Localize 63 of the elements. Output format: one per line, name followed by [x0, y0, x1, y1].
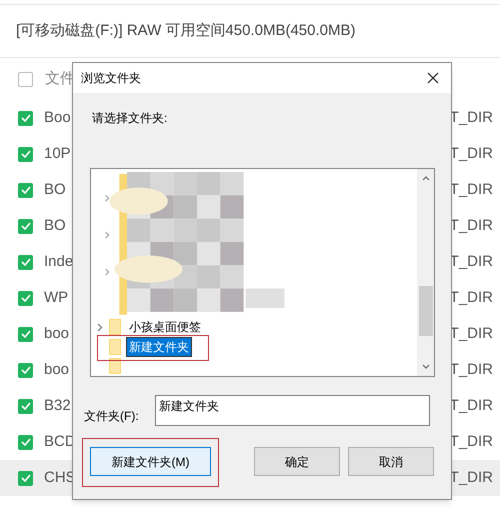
file-name: WP [44, 288, 68, 308]
scroll-down-icon[interactable] [422, 364, 430, 370]
file-type: T_DIR [450, 252, 493, 272]
folder-label: 文件夹(F): [84, 408, 140, 424]
check-icon [20, 222, 30, 230]
file-name: BO [44, 216, 66, 236]
file-name: Boo [44, 108, 71, 128]
tree-item[interactable]: 新建文件夹 [127, 338, 191, 356]
checkbox[interactable] [18, 72, 33, 86]
checkbox[interactable] [18, 146, 33, 162]
tree-item[interactable]: 小孩桌面便签 [127, 318, 203, 336]
check-icon [20, 294, 30, 302]
checkbox[interactable] [18, 470, 33, 486]
scrollbar[interactable] [417, 169, 434, 376]
checkbox[interactable] [18, 398, 33, 414]
scroll-thumb[interactable] [418, 286, 432, 336]
chevron-icon[interactable] [97, 322, 103, 332]
file-type: T_DIR [450, 396, 493, 416]
folder-icon [109, 338, 121, 355]
dialog-button[interactable]: 确定 [254, 447, 340, 476]
file-name: BO [44, 180, 66, 200]
file-type: T_DIR [450, 288, 493, 308]
folder-tree[interactable]: 小孩桌面便签 新建文件夹 [90, 168, 435, 377]
checkbox[interactable] [18, 362, 33, 378]
check-icon [20, 258, 30, 266]
file-name: 10P [44, 144, 71, 164]
drive-info: [可移动磁盘(F:)] RAW 可用空间450.0MB(450.0MB) [16, 20, 356, 41]
check-icon [20, 330, 30, 338]
close-button[interactable] [425, 70, 441, 86]
dialog-title: 浏览文件夹 [81, 70, 141, 87]
dialog-button[interactable]: 取消 [348, 447, 434, 476]
file-type: T_DIR [450, 144, 493, 164]
folder-input[interactable]: 新建文件夹 [155, 395, 430, 426]
prompt-text: 请选择文件夹: [92, 110, 168, 127]
check-icon [20, 150, 30, 158]
check-icon [20, 438, 30, 446]
check-icon [20, 402, 30, 410]
checkbox[interactable] [18, 434, 33, 450]
file-name: B32 [44, 396, 71, 416]
file-type: T_DIR [450, 468, 493, 488]
checkbox[interactable] [18, 326, 33, 342]
file-name: boo [44, 360, 70, 380]
checkbox[interactable] [18, 182, 33, 198]
checkbox[interactable] [18, 110, 33, 126]
file-name: Inde [44, 252, 74, 272]
file-type: T_DIR [450, 432, 493, 452]
file-type: T_DIR [450, 360, 493, 380]
file-type: T_DIR [450, 180, 493, 200]
checkbox[interactable] [18, 218, 33, 234]
scroll-up-icon[interactable] [422, 175, 430, 181]
folder-icon [109, 358, 121, 374]
dialog-button[interactable]: 新建文件夹(M) [90, 447, 211, 476]
check-icon [20, 186, 30, 194]
file-name: boo [44, 324, 70, 344]
check-icon [20, 474, 30, 482]
checkbox[interactable] [18, 254, 33, 270]
check-icon [20, 114, 30, 122]
file-type: T_DIR [450, 324, 493, 344]
file-type: T_DIR [450, 108, 493, 128]
file-type: T_DIR [450, 216, 493, 236]
check-icon [20, 366, 30, 374]
folder-icon [109, 319, 121, 336]
checkbox[interactable] [18, 290, 33, 306]
